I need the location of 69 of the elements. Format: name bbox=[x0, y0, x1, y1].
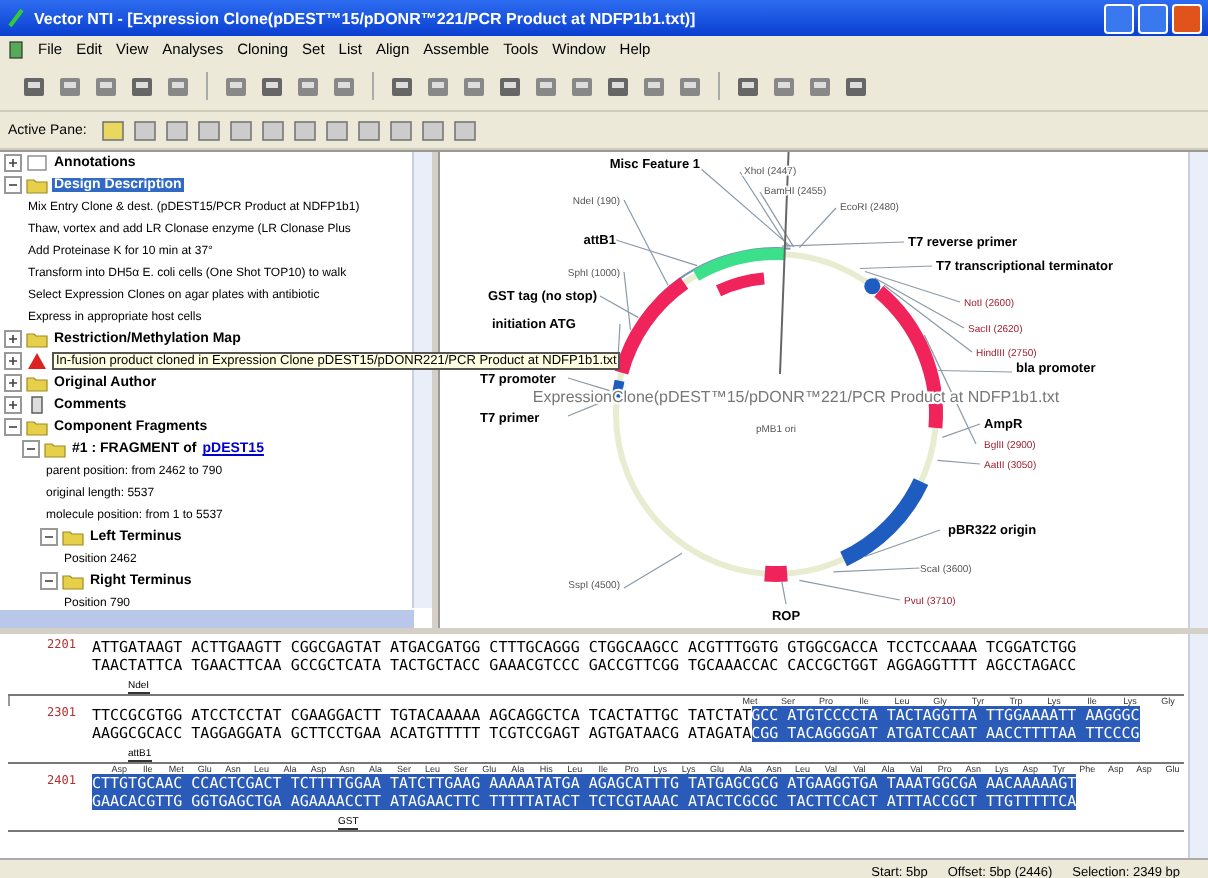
folder-icon bbox=[26, 374, 48, 392]
minimize-button[interactable] bbox=[1104, 3, 1134, 33]
leader-line bbox=[623, 552, 683, 589]
collapse-icon[interactable] bbox=[22, 440, 40, 458]
toolbar-icon[interactable] bbox=[100, 117, 127, 143]
folder-icon bbox=[44, 440, 66, 458]
toolbar-icon[interactable] bbox=[260, 117, 287, 143]
toolbar-icon[interactable] bbox=[164, 72, 192, 100]
folder-icon bbox=[26, 330, 48, 348]
toolbar-icon[interactable] bbox=[604, 72, 632, 100]
toolbar-icon[interactable] bbox=[734, 72, 762, 100]
toolbar-icon[interactable] bbox=[222, 72, 250, 100]
toolbar-icon[interactable] bbox=[842, 72, 870, 100]
toolbar-icon[interactable] bbox=[806, 72, 834, 100]
app-icon bbox=[6, 8, 26, 28]
collapse-icon[interactable] bbox=[4, 176, 22, 194]
expand-icon[interactable] bbox=[4, 374, 22, 392]
toolbar-icon[interactable] bbox=[496, 72, 524, 100]
toolbar-icon[interactable] bbox=[452, 117, 479, 143]
collapse-icon[interactable] bbox=[4, 418, 22, 436]
toolbar-icon[interactable] bbox=[330, 72, 358, 100]
toolbar-icon[interactable] bbox=[770, 72, 798, 100]
leader-line bbox=[832, 567, 921, 573]
vertical-scrollbar[interactable] bbox=[1188, 152, 1208, 628]
expand-icon[interactable] bbox=[4, 352, 22, 370]
toolbar-icon[interactable] bbox=[164, 117, 191, 143]
toolbar-icon[interactable] bbox=[92, 72, 120, 100]
toolbar-icon[interactable] bbox=[20, 72, 48, 100]
vertical-scrollbar[interactable] bbox=[1188, 634, 1208, 858]
leader-line bbox=[936, 459, 981, 465]
toolbar-icon[interactable] bbox=[388, 117, 415, 143]
window-title: Vector NTI - [Expression Clone(pDEST™15/pDONR™221/PCR Product at NDFP1b1.txt)] bbox=[34, 9, 698, 27]
collapse-icon[interactable] bbox=[40, 528, 58, 546]
folder-icon bbox=[62, 572, 84, 590]
leader-line bbox=[567, 377, 611, 392]
toolbar-icon[interactable] bbox=[292, 117, 319, 143]
toolbar-icon[interactable] bbox=[460, 72, 488, 100]
warning-icon bbox=[26, 352, 48, 370]
toolbar-icon[interactable] bbox=[388, 72, 416, 100]
toolbar-icon[interactable] bbox=[228, 117, 255, 143]
horizontal-scrollbar[interactable] bbox=[0, 610, 414, 628]
toolbar-icon[interactable] bbox=[356, 117, 383, 143]
toolbar-icon[interactable] bbox=[424, 72, 452, 100]
toolbar-icon[interactable] bbox=[128, 72, 156, 100]
close-button[interactable] bbox=[1172, 3, 1202, 33]
toolbar-icon[interactable] bbox=[676, 72, 704, 100]
expand-icon[interactable] bbox=[4, 154, 22, 172]
toolbar-icon[interactable] bbox=[132, 117, 159, 143]
expand-icon[interactable] bbox=[4, 396, 22, 414]
leader-line bbox=[798, 579, 901, 601]
maximize-button[interactable] bbox=[1138, 3, 1168, 33]
toolbar-icon[interactable] bbox=[568, 72, 596, 100]
toolbar-icon[interactable] bbox=[258, 72, 286, 100]
folder-icon bbox=[26, 176, 48, 194]
collapse-icon[interactable] bbox=[40, 572, 58, 590]
toolbar-icon[interactable] bbox=[420, 117, 447, 143]
folder-icon bbox=[26, 418, 48, 436]
toolbar-icon[interactable] bbox=[294, 72, 322, 100]
toolbar-icon[interactable] bbox=[196, 117, 223, 143]
toolbar-icon[interactable] bbox=[532, 72, 560, 100]
leader-line bbox=[781, 581, 787, 605]
toolbar-icon[interactable] bbox=[324, 117, 351, 143]
leader-line bbox=[864, 529, 941, 558]
toolbar-icon[interactable] bbox=[56, 72, 84, 100]
note-icon bbox=[26, 396, 48, 414]
document-icon bbox=[8, 39, 24, 59]
folder-icon bbox=[62, 528, 84, 546]
toolbar-icon[interactable] bbox=[640, 72, 668, 100]
expand-icon[interactable] bbox=[4, 330, 22, 348]
